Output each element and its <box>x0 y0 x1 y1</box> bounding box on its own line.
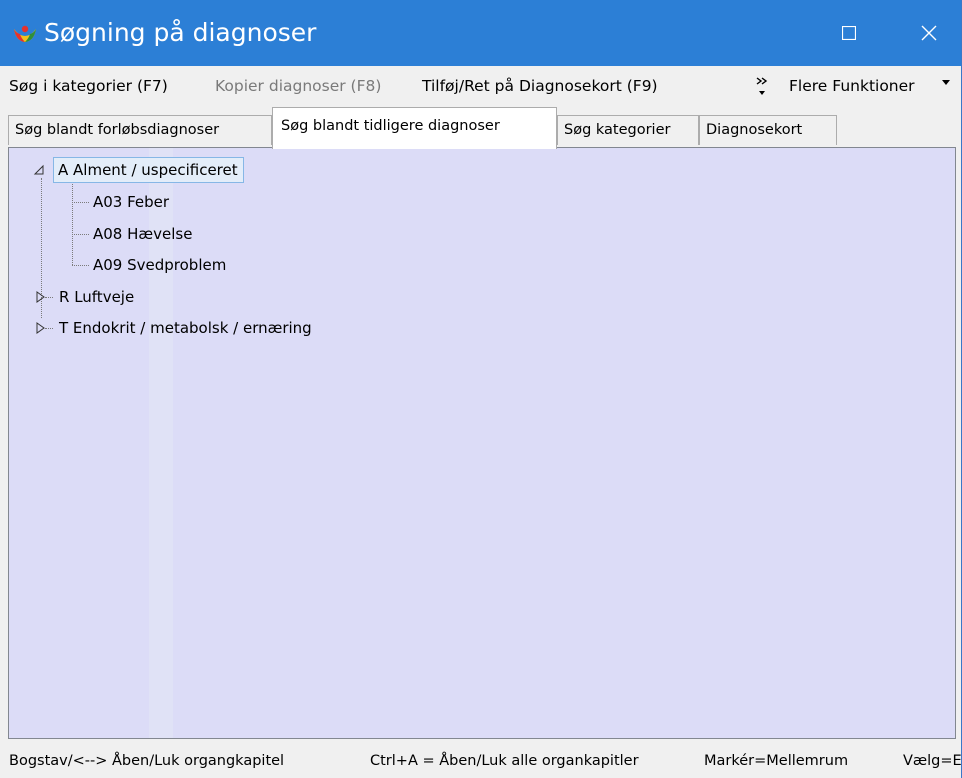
status-hint-ctrl-a: Ctrl+A = Åben/Luk alle organkapitler <box>370 753 639 769</box>
maximize-icon <box>842 26 856 40</box>
toolbar: Søg i kategorier (F7) Kopier diagnoser (… <box>0 66 961 106</box>
window-title: Søgning på diagnoser <box>44 18 317 47</box>
expand-triangle-icon[interactable] <box>35 291 47 303</box>
tree-connector <box>72 234 89 235</box>
status-bar: Bogstav/<--> Åben/Luk organgkapitel Ctrl… <box>0 741 961 778</box>
status-hint-mark: Markér=Mellemrum <box>704 753 849 769</box>
tree-node-label: A08 Hævelse <box>93 225 193 243</box>
title-bar[interactable]: Søgning på diagnoser <box>0 0 961 66</box>
search-categories-button[interactable]: Søg i kategorier (F7) <box>9 76 168 96</box>
tab-diagnosis-card[interactable]: Diagnosekort <box>699 115 837 145</box>
tree-node-label: A03 Feber <box>93 193 170 211</box>
status-hint-letter: Bogstav/<--> Åben/Luk organgkapitel <box>9 753 285 769</box>
diagnosis-tree-panel[interactable]: A Alment / uspecificeret A03 Feber A08 H… <box>8 147 956 739</box>
tab-previous-diagnoses[interactable]: Søg blandt tidligere diagnoser <box>272 107 557 149</box>
diagnosis-search-window: Søgning på diagnoser Søg i kategorier (F… <box>0 0 962 778</box>
more-functions-button[interactable]: Flere Funktioner <box>789 76 915 96</box>
tab-course-diagnoses[interactable]: Søg blandt forløbsdiagnoser <box>8 115 272 145</box>
tree-node-label: T Endokrit / metabolsk / ernæring <box>59 319 312 337</box>
tree-connector <box>72 265 89 266</box>
tree-node-a[interactable]: A Alment / uspecificeret <box>53 157 244 183</box>
tree-node-label: R Luftveje <box>59 288 135 306</box>
chevron-double-right-icon[interactable] <box>755 74 769 98</box>
caret-down-icon[interactable] <box>942 80 950 86</box>
close-button[interactable] <box>898 0 960 66</box>
tree-leaf-a03[interactable]: A03 Feber <box>93 190 169 214</box>
tree-leaf-a08[interactable]: A08 Hævelse <box>93 222 192 246</box>
app-logo-icon <box>14 25 36 42</box>
copy-diagnoses-button[interactable]: Kopier diagnoser (F8) <box>215 76 381 96</box>
tree-connector <box>72 202 89 203</box>
tree-node-label: A Alment / uspecificeret <box>58 161 238 179</box>
tree-leaf-a09[interactable]: A09 Svedproblem <box>93 253 226 277</box>
collapse-triangle-icon[interactable] <box>33 164 45 176</box>
add-edit-diagnosis-card-button[interactable]: Tilføj/Ret på Diagnosekort (F9) <box>422 76 658 96</box>
status-hint-select: Vælg=E <box>903 753 961 769</box>
diagnosis-tree[interactable]: A Alment / uspecificeret A03 Feber A08 H… <box>9 148 955 738</box>
maximize-button[interactable] <box>818 0 880 66</box>
close-icon <box>921 25 937 41</box>
tree-connector <box>72 184 73 265</box>
tab-search-categories[interactable]: Søg kategorier <box>557 115 699 145</box>
tab-strip: Søg blandt forløbsdiagnoser Søg blandt t… <box>0 106 961 149</box>
tree-node-label: A09 Svedproblem <box>93 256 227 274</box>
tree-node-r[interactable]: R Luftveje <box>59 285 134 309</box>
expand-triangle-icon[interactable] <box>35 322 47 334</box>
tree-node-t[interactable]: T Endokrit / metabolsk / ernæring <box>59 316 312 340</box>
